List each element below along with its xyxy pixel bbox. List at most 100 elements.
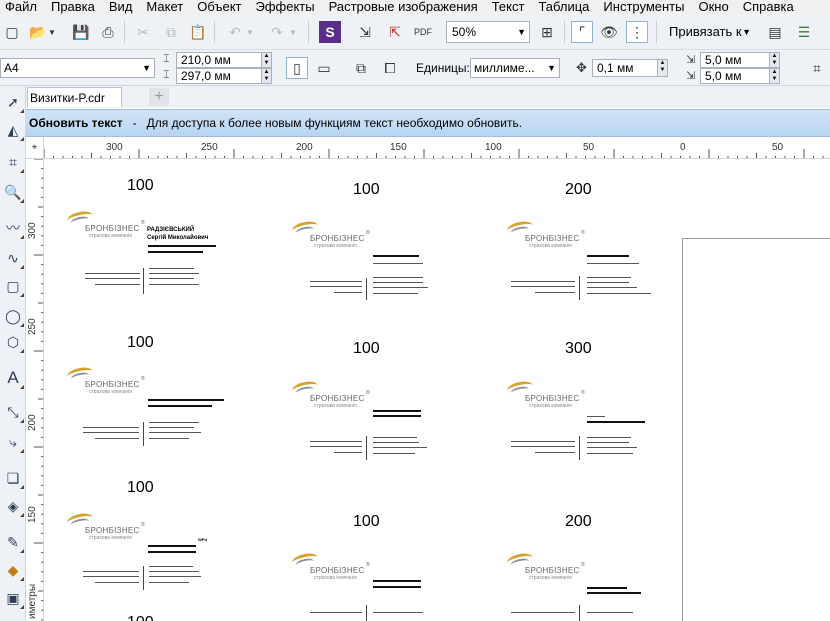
ruler-origin[interactable]: ⌖	[26, 137, 44, 159]
duplicate-x-field[interactable]: 5,0 мм ▲ ▼	[700, 52, 780, 68]
all-pages-icon[interactable]: ⧉	[350, 57, 372, 79]
hruler-label: 150	[390, 142, 407, 153]
menu-file[interactable]: Файл	[0, 0, 46, 14]
page-border	[682, 238, 830, 621]
page-width-icon: ⌶	[163, 53, 170, 65]
menu-table[interactable]: Таблица	[533, 0, 598, 14]
logo-reg: ®	[366, 390, 370, 396]
ellipse-tool-icon[interactable]: ◯	[1, 304, 25, 328]
menu-layout[interactable]: Макет	[141, 0, 192, 14]
logo-reg: ®	[366, 230, 370, 236]
redo-icon[interactable]: ↷	[266, 21, 288, 43]
undo-dropdown-icon[interactable]: ▼	[244, 21, 256, 43]
menu-bitmaps[interactable]: Растровые изображения	[324, 0, 487, 14]
add-tab-icon[interactable]: +	[149, 88, 169, 106]
menu-text[interactable]: Текст	[487, 0, 534, 14]
update-text-notification[interactable]: Обновить текст - Для доступа к более нов…	[26, 109, 830, 137]
show-rulers-icon[interactable]: ⌜	[571, 21, 593, 43]
landscape-icon[interactable]: ▭	[313, 57, 335, 79]
app-launcher-icon[interactable]: S	[319, 21, 341, 43]
open-dropdown-icon[interactable]: ▼	[46, 21, 58, 43]
show-grid-icon[interactable]: 👁	[598, 21, 620, 43]
export-icon[interactable]: ⇱	[384, 21, 406, 43]
connector-tool-icon[interactable]: ⤷	[1, 430, 25, 454]
show-guidelines-icon[interactable]: ⋮	[626, 21, 648, 43]
logo-reg: ®	[141, 220, 145, 226]
spin-arrows-icon[interactable]: ▲ ▼	[769, 69, 779, 83]
card-label: 100	[127, 177, 154, 194]
company-logo[interactable]: БРОНБІЗНЕС ® страхова компанія	[290, 551, 380, 584]
logo-subtitle: страхова компанія	[314, 575, 357, 581]
save-icon[interactable]: 💾	[70, 21, 92, 43]
zoom-level-combo[interactable]: 50% ▼	[446, 21, 530, 43]
undo-icon[interactable]: ↶	[224, 21, 246, 43]
dimension-tool-icon[interactable]: ⤡	[1, 400, 25, 424]
artistic-media-tool-icon[interactable]: ∿	[1, 246, 25, 270]
units-combo[interactable]: миллиме... ▼	[470, 58, 560, 78]
smart-fill-tool-icon[interactable]: ▣	[1, 586, 25, 610]
notification-title[interactable]: Обновить текст	[29, 116, 123, 130]
rectangle-tool-icon[interactable]: ▢	[1, 274, 25, 298]
import-icon[interactable]: ⇲	[354, 21, 376, 43]
menu-tools[interactable]: Инструменты	[598, 0, 693, 14]
interactive-fill-tool-icon[interactable]: ◆	[1, 558, 25, 582]
transparency-tool-icon[interactable]: ◈	[1, 494, 25, 518]
pick-tool-icon[interactable]: ➚	[1, 90, 25, 114]
crop-tool-icon[interactable]: ⌗	[1, 150, 25, 174]
menu-view[interactable]: Вид	[104, 0, 142, 14]
polygon-tool-icon[interactable]: ⬡	[1, 330, 25, 354]
company-logo[interactable]: БРОНБІЗНЕС ® страхова компанія	[65, 209, 155, 242]
duplicate-y-field[interactable]: 5,0 мм ▲ ▼	[700, 68, 780, 84]
spin-arrows-icon[interactable]: ▲ ▼	[261, 53, 271, 67]
vertical-ruler[interactable]: 300 250 200 150 иметры	[26, 159, 44, 621]
cut-icon[interactable]: ✂	[132, 21, 154, 43]
snap-options-icon[interactable]: ⌗	[806, 57, 828, 79]
menu-window[interactable]: Окно	[693, 0, 737, 14]
menu-object[interactable]: Объект	[192, 0, 250, 14]
document-tab[interactable]: Визитки-P.cdr	[27, 87, 122, 107]
menu-help[interactable]: Справка	[738, 0, 803, 14]
drop-shadow-tool-icon[interactable]: ❏	[1, 466, 25, 490]
paper-size-combo[interactable]: A4 ▼	[0, 58, 155, 78]
chevron-down-icon: ▼	[517, 27, 526, 37]
portrait-icon[interactable]: ▯	[286, 57, 308, 79]
horizontal-ruler[interactable]: 300 250 200 150 100 50 0 50	[44, 137, 830, 159]
units-label: Единицы:	[416, 61, 470, 75]
eyedropper-tool-icon[interactable]: ✎	[1, 530, 25, 554]
text-tool-icon[interactable]: A	[1, 366, 25, 390]
shape-tool-icon[interactable]: ◭	[1, 118, 25, 142]
print-icon[interactable]: ⎙	[97, 21, 119, 43]
menu-edit[interactable]: Правка	[46, 0, 104, 14]
card-tiny-text: WPd	[198, 537, 207, 542]
copy-icon[interactable]: ⧉	[160, 21, 182, 43]
page-height-field[interactable]: 297,0 мм ▲ ▼	[176, 68, 272, 84]
drawing-canvas[interactable]: 100 БРОНБІЗНЕС ® страхова компанія РАДЗІ…	[45, 160, 830, 621]
full-screen-icon[interactable]: ⊞	[536, 21, 558, 43]
zoom-tool-icon[interactable]: 🔍	[1, 180, 25, 204]
menu-effects[interactable]: Эффекты	[251, 0, 324, 14]
page-width-field[interactable]: 210,0 мм ▲ ▼	[176, 52, 272, 68]
options-icon[interactable]: ▤	[764, 21, 786, 43]
company-logo[interactable]: БРОНБІЗНЕС ® страхова компанія	[65, 511, 155, 544]
new-document-icon[interactable]: ▢	[1, 21, 23, 43]
publish-pdf-icon[interactable]: PDF	[412, 21, 434, 43]
card-label: 200	[565, 513, 592, 530]
company-logo[interactable]: БРОНБІЗНЕС ® страхова компанія	[505, 379, 595, 412]
redo-dropdown-icon[interactable]: ▼	[287, 21, 299, 43]
units-value: миллиме...	[474, 61, 535, 75]
company-logo[interactable]: БРОНБІЗНЕС ® страхова компанія	[290, 379, 380, 412]
freehand-tool-icon[interactable]: 〰	[1, 216, 25, 240]
snap-to-button[interactable]: Привязать к ▼	[663, 21, 755, 43]
spin-arrows-icon[interactable]: ▲ ▼	[769, 53, 779, 67]
spin-arrows-icon[interactable]: ▲ ▼	[657, 60, 667, 76]
spin-arrows-icon[interactable]: ▲ ▼	[261, 69, 271, 83]
company-logo[interactable]: БРОНБІЗНЕС ® страхова компанія	[505, 551, 595, 584]
current-page-icon[interactable]: ⧠	[379, 57, 401, 79]
nudge-distance-field[interactable]: 0,1 мм ▲ ▼	[592, 59, 668, 77]
launch-list-icon[interactable]: ☰	[793, 21, 815, 43]
logo-subtitle: страхова компанія	[529, 575, 572, 581]
paste-icon[interactable]: 📋	[187, 21, 209, 43]
company-logo[interactable]: БРОНБІЗНЕС ® страхова компанія	[505, 219, 595, 252]
company-logo[interactable]: БРОНБІЗНЕС ® страхова компанія	[290, 219, 380, 252]
company-logo[interactable]: БРОНБІЗНЕС ® страхова компанія	[65, 365, 155, 398]
